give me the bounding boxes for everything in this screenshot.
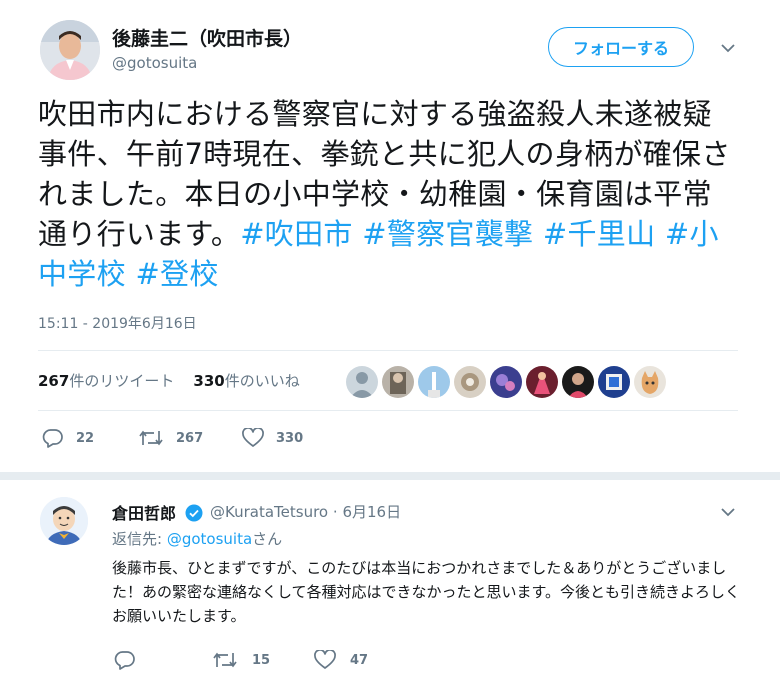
reply-author-display-name: 倉田哲郎 bbox=[112, 504, 177, 523]
liker-avatar[interactable] bbox=[598, 366, 630, 398]
hashtag-link[interactable]: #登校 bbox=[135, 257, 218, 291]
liker-avatar[interactable] bbox=[382, 366, 414, 398]
replying-suffix: さん bbox=[252, 530, 283, 548]
tweet-timestamp[interactable]: 15:11 - 2019年6月16日 bbox=[38, 313, 197, 333]
divider bbox=[38, 410, 738, 411]
chevron-down-icon[interactable] bbox=[718, 504, 738, 520]
reply-text: 後藤市長、ひとまずですが、このたびは本当におつかれさまでした＆ありがとうございま… bbox=[112, 559, 741, 625]
liker-avatar[interactable] bbox=[562, 366, 594, 398]
liker-avatar[interactable] bbox=[634, 366, 666, 398]
follow-button[interactable]: フォローする bbox=[548, 27, 694, 67]
reply-count: 22 bbox=[76, 430, 95, 446]
retweet-icon bbox=[139, 430, 163, 446]
liker-avatar[interactable] bbox=[454, 366, 486, 398]
reply-author-handle[interactable]: @KurataTetsuro bbox=[210, 503, 328, 521]
reply-like-count: 47 bbox=[350, 652, 369, 668]
like-label: 件のいいね bbox=[224, 372, 300, 390]
author-avatar[interactable] bbox=[40, 20, 100, 80]
reply-retweet-action[interactable]: 15 bbox=[212, 650, 270, 670]
reply-author-name[interactable]: 倉田哲郎 bbox=[112, 500, 203, 524]
chevron-down-icon[interactable] bbox=[718, 40, 738, 56]
retweet-action[interactable]: 267 bbox=[138, 428, 203, 448]
section-divider bbox=[0, 472, 780, 480]
reply-action[interactable]: 22 bbox=[42, 428, 94, 448]
reply-icon bbox=[114, 651, 135, 670]
hashtag-link[interactable]: #吹田市 bbox=[240, 217, 353, 251]
reply-like-action[interactable]: 47 bbox=[314, 650, 368, 670]
tweet-text-segment bbox=[126, 257, 136, 291]
reply-author-avatar[interactable] bbox=[40, 497, 88, 545]
reply-icon bbox=[42, 429, 63, 448]
retweet-count-action: 267 bbox=[176, 430, 204, 446]
divider bbox=[38, 350, 738, 351]
replying-prefix: 返信先: bbox=[112, 530, 163, 548]
like-count: 330 bbox=[193, 372, 225, 390]
liker-avatar[interactable] bbox=[346, 366, 378, 398]
heart-icon bbox=[242, 428, 264, 447]
retweet-stat[interactable]: 267件のリツイート bbox=[38, 372, 174, 390]
replying-to: 返信先: @gotosuitaさん bbox=[112, 528, 282, 549]
reply-meta: @KurataTetsuro · 6月16日 bbox=[210, 501, 401, 522]
liker-avatar[interactable] bbox=[490, 366, 522, 398]
retweet-label: 件のリツイート bbox=[69, 372, 175, 390]
like-action[interactable]: 330 bbox=[242, 428, 303, 448]
tweet-text: 吹田市内における警察官に対する強盗殺人未遂被疑事件、午前7時現在、拳銃と共に犯人… bbox=[38, 94, 738, 294]
replying-to-link[interactable]: @gotosuita bbox=[167, 530, 252, 548]
meta-separator: · bbox=[332, 503, 338, 521]
liker-avatar[interactable] bbox=[526, 366, 558, 398]
verified-badge-icon bbox=[185, 504, 203, 522]
heart-icon bbox=[314, 650, 336, 669]
reply-reply-action[interactable] bbox=[114, 650, 150, 670]
engagement-stats: 267件のリツイート 330件のいいね bbox=[38, 370, 300, 391]
retweet-icon bbox=[213, 652, 237, 668]
like-stat[interactable]: 330件のいいね bbox=[193, 372, 299, 390]
tweet-text-segment bbox=[353, 217, 363, 251]
reply-retweet-count: 15 bbox=[252, 652, 271, 668]
tweet-text-segment bbox=[655, 217, 665, 251]
like-count-action: 330 bbox=[276, 430, 304, 446]
hashtag-link[interactable]: #警察官襲撃 bbox=[362, 217, 533, 251]
hashtag-link[interactable]: #千里山 bbox=[543, 217, 656, 251]
retweet-count: 267 bbox=[38, 372, 70, 390]
author-handle[interactable]: @gotosuita bbox=[112, 54, 197, 72]
tweet-text-segment bbox=[533, 217, 543, 251]
author-display-name[interactable]: 後藤圭二（吹田市長） bbox=[112, 24, 302, 51]
reply-date[interactable]: 6月16日 bbox=[342, 503, 401, 521]
liker-avatar[interactable] bbox=[418, 366, 450, 398]
